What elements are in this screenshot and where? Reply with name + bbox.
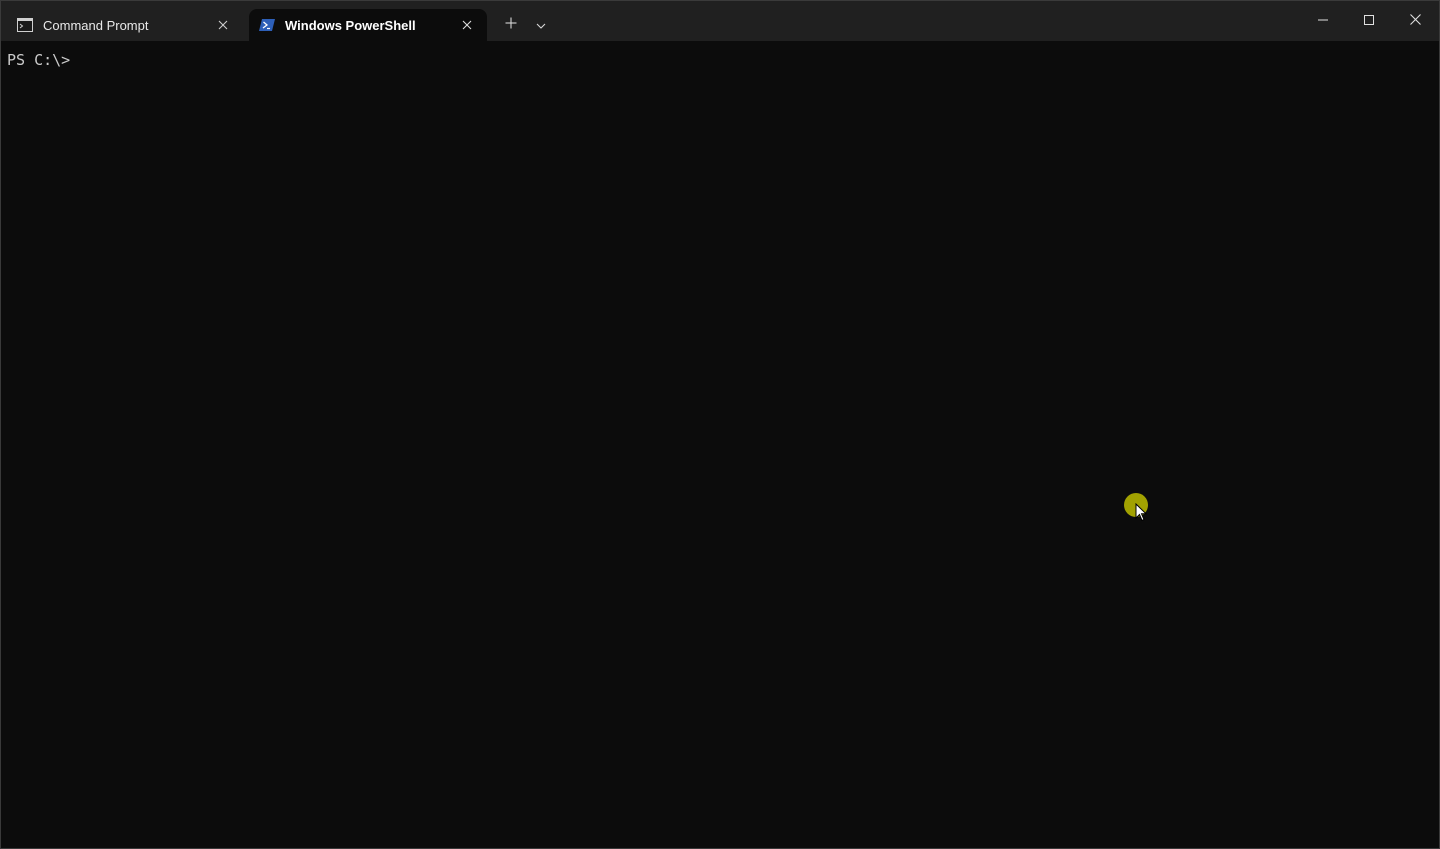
close-tab-icon[interactable]	[455, 13, 479, 37]
mouse-pointer-icon	[1135, 503, 1149, 523]
terminal-window: Command Prompt Windows PowerShell	[0, 0, 1440, 849]
tab-label: Windows PowerShell	[285, 18, 455, 33]
maximize-icon	[1364, 12, 1374, 30]
profiles-dropdown-button[interactable]	[527, 11, 555, 39]
close-window-button[interactable]	[1392, 1, 1438, 41]
chevron-down-icon	[536, 16, 546, 34]
maximize-button[interactable]	[1346, 1, 1392, 41]
plus-icon	[505, 16, 517, 34]
command-prompt-icon	[17, 17, 33, 33]
tab-command-prompt[interactable]: Command Prompt	[7, 9, 243, 41]
tab-label: Command Prompt	[43, 18, 211, 33]
minimize-button[interactable]	[1300, 1, 1346, 41]
terminal-output-area[interactable]: PS C:\>	[1, 41, 1439, 848]
powershell-icon	[259, 17, 275, 33]
shell-prompt: PS C:\>	[7, 50, 70, 70]
minimize-icon	[1318, 12, 1328, 30]
close-icon	[1410, 12, 1421, 30]
tab-windows-powershell[interactable]: Windows PowerShell	[249, 9, 487, 41]
close-tab-icon[interactable]	[211, 13, 235, 37]
new-tab-button[interactable]	[497, 11, 525, 39]
title-bar[interactable]: Command Prompt Windows PowerShell	[1, 1, 1439, 41]
